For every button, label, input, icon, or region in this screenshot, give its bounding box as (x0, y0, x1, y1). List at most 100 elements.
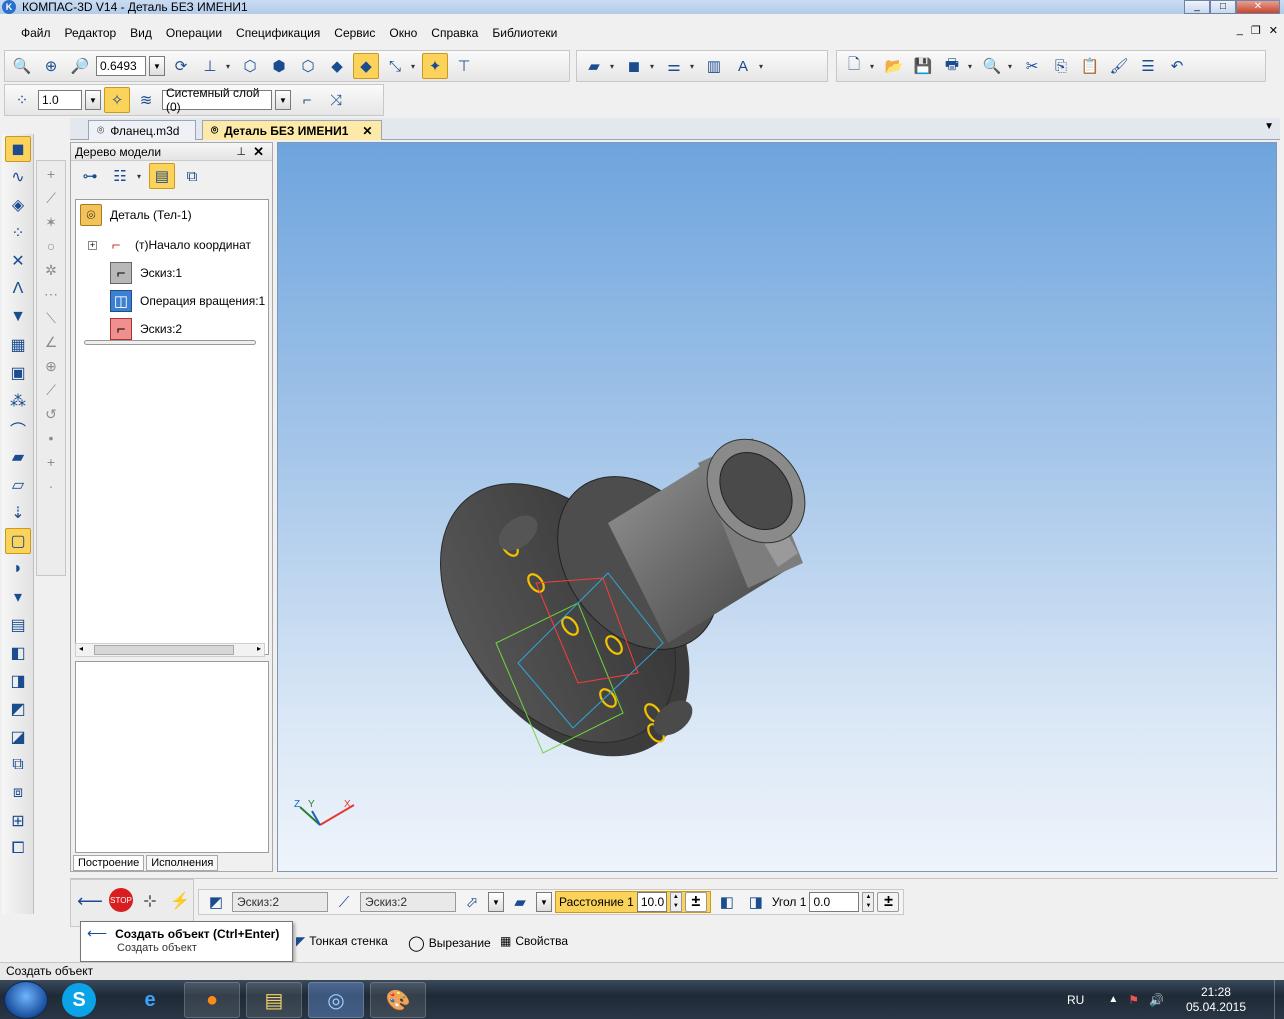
tab-detail-unnamed[interactable]: ⌾ Деталь БЕЗ ИМЕНИ1 ✕ (202, 120, 382, 140)
tree-node-origin[interactable]: + ⌐ (т)Начало координат (88, 234, 251, 256)
draft-direction-icon[interactable]: ◧ (714, 889, 740, 915)
tree-node-sketch2[interactable]: ⌐ Эскиз:2 (110, 318, 182, 340)
polyline-icon[interactable]: ⋯ (38, 283, 64, 305)
tree-structure-icon[interactable]: ⊶ (77, 163, 103, 189)
tab-versions[interactable]: Исполнения (146, 855, 219, 871)
angle-spinner[interactable]: ▲ ▼ (862, 892, 875, 912)
circle-icon[interactable]: ○ (38, 235, 64, 257)
plus-minus-icon[interactable]: ± (684, 892, 707, 912)
lightning-icon[interactable]: ⚡ (167, 888, 193, 914)
tab-construction[interactable]: Построение (73, 855, 145, 871)
spline-icon[interactable]: ✲ (38, 259, 64, 281)
menu-operations[interactable]: Операции (159, 26, 229, 40)
new-document-icon[interactable]: 🗋 (841, 53, 867, 79)
measure-icon[interactable]: ▥ (701, 53, 727, 79)
edit-part-icon[interactable]: ◼ (5, 136, 31, 162)
angle-icon[interactable]: ∠ (38, 331, 64, 353)
cut-icon[interactable]: ✂ (1019, 53, 1045, 79)
sketch-field-2[interactable]: Эскиз:2 (360, 892, 456, 912)
direction-type-icon[interactable]: ⬀ (459, 889, 485, 915)
grid-icon[interactable]: ⁘ (9, 87, 35, 113)
dot-icon[interactable]: • (38, 427, 64, 449)
orientation-axis-icon[interactable]: ⤨ (323, 87, 349, 113)
thin-lines-icon[interactable]: ⬡ (295, 53, 321, 79)
direction-icon[interactable]: ⟋ (331, 889, 357, 915)
spatial-curves-icon[interactable]: ∿ (5, 164, 31, 190)
array-icon[interactable]: ⚌ (661, 53, 687, 79)
snap-icon[interactable]: ✧ (104, 87, 130, 113)
point-icon[interactable]: + (38, 163, 64, 185)
clock[interactable]: 21:28 05.04.2015 (1186, 985, 1246, 1015)
arrays-icon[interactable]: ⁘ (5, 220, 31, 246)
undo-icon[interactable]: ↶ (1164, 53, 1190, 79)
tab-cutout[interactable]: ◯ Вырезание (408, 934, 491, 952)
line-scale-field[interactable]: 1.0 (38, 90, 82, 110)
expand-icon[interactable]: + (88, 240, 97, 250)
cross-icon[interactable]: + (38, 451, 64, 473)
stop-icon[interactable]: STOP (109, 888, 133, 912)
paste-icon[interactable]: 📋 (1077, 53, 1103, 79)
create-object-icon[interactable]: ⟵ (77, 888, 103, 914)
minimize-button[interactable]: _ (1184, 0, 1210, 14)
zoom-dropdown[interactable]: ▼ (149, 56, 165, 76)
menu-service[interactable]: Сервис (327, 26, 382, 40)
close-button[interactable]: ✕ (1236, 0, 1280, 14)
draft-type-icon[interactable]: ◨ (743, 889, 769, 915)
solid-icon[interactable]: ◼ (621, 53, 647, 79)
perspective-icon[interactable]: ⤡ (382, 53, 408, 79)
hole-icon[interactable]: ▾ (5, 584, 31, 610)
open-icon[interactable]: 📂 (881, 53, 907, 79)
axis-icon[interactable]: ✶ (38, 211, 64, 233)
kinematic-operation-icon[interactable]: ⇣ (5, 500, 31, 526)
center-icon[interactable]: ⊕ (38, 355, 64, 377)
paint-icon[interactable]: 🎨 (370, 982, 426, 1018)
tab-close-icon[interactable]: ✕ (362, 124, 372, 138)
boolean-icon[interactable]: ◪ (5, 724, 31, 750)
mirror-icon[interactable]: ⧉ (5, 752, 31, 778)
crane-icon[interactable]: ⊤ (451, 53, 477, 79)
network-icon[interactable]: ⚑ (1128, 993, 1139, 1007)
operation-type-dropdown[interactable]: ▼ (536, 892, 552, 912)
menu-file[interactable]: Файл (14, 26, 58, 40)
surfaces-icon[interactable]: ◈ (5, 192, 31, 218)
layer-field[interactable]: Системный слой (0) (162, 86, 272, 114)
menu-help[interactable]: Справка (424, 26, 485, 40)
sketch-select-icon[interactable]: ◩ (203, 889, 229, 915)
extrude-operation-icon[interactable]: ▰ (5, 444, 31, 470)
format-brush-icon[interactable]: 🖌 (1106, 53, 1132, 79)
menu-window[interactable]: Окно (382, 26, 424, 40)
offset-icon[interactable]: ⟍ (38, 307, 64, 329)
extrude-icon[interactable]: ▰ (581, 53, 607, 79)
thread-icon[interactable]: ⧈ (5, 780, 31, 806)
language-indicator[interactable]: RU (1067, 993, 1084, 1007)
tab-flange[interactable]: ⌾ Фланец.m3d (88, 120, 196, 140)
explorer-icon[interactable]: ▤ (246, 982, 302, 1018)
scroll-left-icon[interactable]: ◂ (79, 644, 83, 653)
mdi-close-button[interactable]: ✕ (1269, 24, 1278, 37)
line-icon[interactable]: ⟋ (38, 187, 64, 209)
layers-icon[interactable]: ≋ (133, 87, 159, 113)
direction-dropdown[interactable]: ▼ (488, 892, 504, 912)
tree-horizontal-scrollbar[interactable]: ◂ ▸ (75, 643, 265, 657)
menu-libraries[interactable]: Библиотеки (485, 26, 564, 40)
angle-plus-minus-icon[interactable]: ± (877, 892, 900, 912)
hook-icon[interactable]: ↺ (38, 403, 64, 425)
properties-icon[interactable]: ☰ (1135, 53, 1161, 79)
volume-icon[interactable]: 🔊 (1149, 993, 1164, 1007)
panel-close-icon[interactable]: ✕ (253, 144, 264, 160)
tabs-menu-icon[interactable]: ▼ (1264, 121, 1274, 132)
lib-element-icon[interactable]: ⊞ (5, 808, 31, 834)
mdi-minimize-button[interactable]: _ (1237, 24, 1243, 37)
mdi-restore-button[interactable]: ❐ (1251, 24, 1261, 37)
zoom-scale-icon[interactable]: 🔎 (67, 53, 93, 79)
auxiliary-geometry-icon[interactable]: ✕ (5, 248, 31, 274)
tab-properties[interactable]: ▦ Свойства (500, 934, 568, 948)
tree-node-sketch1[interactable]: ⌐ Эскиз:1 (110, 262, 182, 284)
print-icon[interactable]: 🖶 (939, 53, 965, 79)
menu-specification[interactable]: Спецификация (229, 26, 327, 40)
zoom-window-icon[interactable]: 🔍 (9, 53, 35, 79)
filters-icon[interactable]: ▼ (5, 304, 31, 330)
firefox-icon[interactable]: ● (184, 982, 240, 1018)
distance-spinner[interactable]: ▲ ▼ (669, 892, 682, 912)
operation-type-icon[interactable]: ▰ (507, 889, 533, 915)
